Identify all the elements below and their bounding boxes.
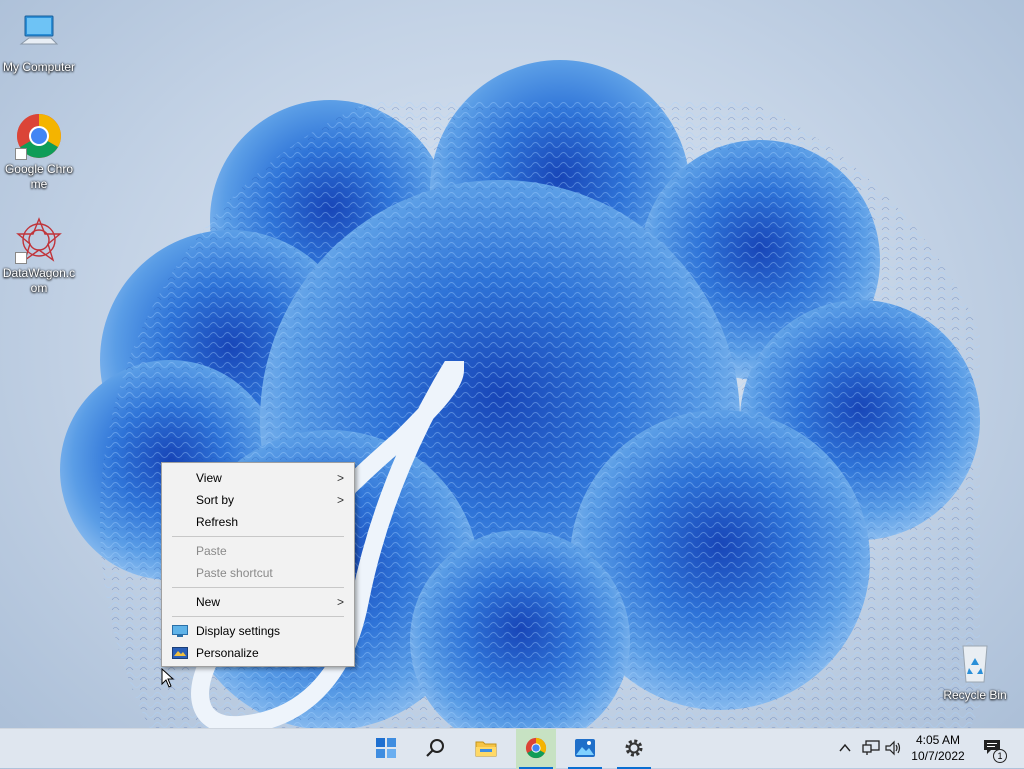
menu-item-personalize[interactable]: Personalize (164, 642, 352, 664)
menu-item-label: Refresh (196, 515, 239, 529)
volume-icon[interactable] (885, 740, 903, 756)
menu-item-label: Sort by (196, 493, 235, 507)
desktop-icon-datawagon[interactable]: DataWagon.com (1, 216, 77, 296)
menu-item-refresh[interactable]: Refresh (164, 511, 352, 533)
shortcut-arrow-icon (15, 252, 27, 264)
recycle-bin-icon (951, 638, 999, 686)
desktop-icon-label: My Computer (2, 60, 76, 74)
menu-item-label: View (196, 471, 222, 485)
desktop-icon-label: DataWagon.com (2, 266, 76, 295)
chrome-taskbar-button[interactable] (516, 729, 556, 769)
start-button[interactable] (366, 729, 406, 769)
menu-item-paste: Paste (164, 540, 352, 562)
clock-date: 10/7/2022 (911, 749, 965, 763)
file-explorer-button[interactable] (466, 729, 506, 769)
system-tray (836, 729, 904, 769)
photos-icon (575, 739, 595, 757)
taskbar-clock[interactable]: 4:05 AM 10/7/2022 (908, 732, 968, 764)
network-icon[interactable] (862, 740, 880, 756)
menu-separator (172, 536, 344, 537)
display-icon (172, 625, 188, 637)
search-button[interactable] (416, 729, 456, 769)
file-explorer-icon (475, 741, 497, 757)
menu-item-label: New (196, 595, 221, 609)
menu-item-label: Paste shortcut (196, 566, 273, 580)
chrome-icon (525, 737, 547, 759)
chevron-up-icon[interactable] (839, 742, 851, 754)
desktop-icon-label: Recycle Bin (943, 688, 1007, 702)
menu-item-display-settings[interactable]: Display settings (164, 620, 352, 642)
menu-item-view[interactable]: View > (164, 467, 352, 489)
menu-item-label: Display settings (196, 624, 281, 638)
desktop-icon-google-chrome[interactable]: Google Chrome (1, 112, 77, 192)
menu-separator (172, 587, 344, 588)
menu-item-sort-by[interactable]: Sort by > (164, 489, 352, 511)
start-icon (376, 738, 396, 758)
settings-icon (625, 739, 643, 757)
computer-icon (15, 10, 63, 58)
menu-item-new[interactable]: New > (164, 591, 352, 613)
submenu-arrow-icon: > (336, 471, 344, 485)
personalize-icon (172, 647, 188, 659)
notification-center-button[interactable]: 1 (980, 729, 1010, 769)
menu-item-label: Personalize (196, 646, 259, 660)
submenu-arrow-icon: > (336, 493, 344, 507)
photos-button[interactable] (565, 729, 605, 769)
menu-item-label: Paste (196, 544, 227, 558)
datawagon-icon (15, 216, 63, 264)
search-icon (426, 739, 444, 757)
mouse-cursor-icon (161, 668, 175, 688)
menu-item-paste-shortcut: Paste shortcut (164, 562, 352, 584)
chrome-icon (15, 112, 63, 160)
desktop-icon-label: Google Chrome (4, 162, 74, 191)
shortcut-arrow-icon (15, 148, 27, 160)
desktop-context-menu: View > Sort by > Refresh Paste Paste sho… (161, 462, 355, 667)
desktop-wallpaper[interactable] (0, 0, 1024, 728)
submenu-arrow-icon: > (336, 595, 344, 609)
desktop-icon-my-computer[interactable]: My Computer (1, 10, 77, 75)
taskbar: 4:05 AM 10/7/2022 1 (0, 728, 1024, 769)
notification-count-badge: 1 (993, 749, 1007, 763)
settings-button[interactable] (614, 729, 654, 769)
clock-time: 4:05 AM (915, 733, 961, 747)
menu-separator (172, 616, 344, 617)
desktop-icon-recycle-bin[interactable]: Recycle Bin (937, 638, 1013, 703)
